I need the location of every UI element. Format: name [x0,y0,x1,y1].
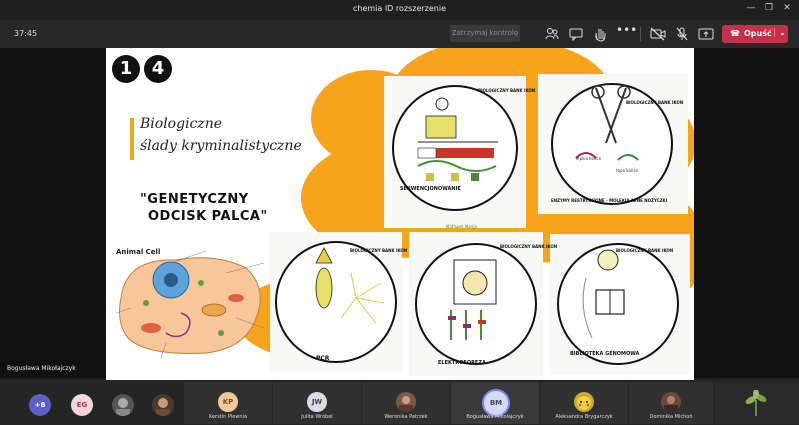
participant-initials: JW [311,398,323,406]
more-options-icon[interactable]: ••• [616,23,637,39]
plant-photo-icon [745,390,767,416]
overflow-participants-button[interactable]: +8 [29,394,51,416]
participant-avatar [574,392,594,412]
mic-off-icon[interactable] [674,26,690,42]
minimize-icon[interactable]: — [744,3,758,13]
card-electrophoresis-note: Mathaen Marija [446,224,477,229]
presenter-name: Bogusława Mikołajczyk [7,365,76,372]
raise-hand-icon[interactable] [592,26,608,42]
card-genomic-top-label: BIOLOGICZNY BANK IKON [616,248,674,253]
slide-subtitle-line2: ODCISK PALCA" [148,209,268,224]
card-sequencing [384,76,526,228]
card-restriction-enzymes [538,74,688,214]
camera-off-icon[interactable] [650,26,666,42]
card-restriction-sticky-ends: lepkie końce [576,156,602,161]
participant-avatar-photo-2[interactable] [152,394,174,416]
participant-name: Weronika Patrzek [384,414,428,420]
slide-subtitle-line1: "GENETYCZNY [140,192,249,207]
chat-icon[interactable] [568,26,584,42]
card-restriction-blunt-ends: tępe końce [616,168,639,173]
participant-tile-2[interactable]: Weronika Patrzek [362,382,450,424]
participant-tile-0[interactable]: KP Kerstin Plewnia [184,382,272,424]
participant-tile-4[interactable]: Aleksandra Brygarczyk [540,382,628,424]
participant-tile-1[interactable]: JW Julita Wróbel [273,382,361,424]
card-sequencing-label: SEKWENCJONOWANIE [400,186,461,192]
participant-name: Bogusława Mikołajczyk [466,414,524,420]
card-genomic-library-label: BIBLIOTEKA GENOMOWA [570,351,640,357]
window-title: chemia ID rozszerzenie [352,4,447,13]
toolbar-divider [640,27,641,41]
stop-control-button[interactable]: Zatrzymaj kontrolę [450,25,520,42]
maximize-icon[interactable]: ❐ [762,3,776,13]
chevron-down-icon[interactable]: ⌄ [774,28,786,37]
participant-avatar: JW [307,392,327,412]
participant-name: Julita Wróbel [301,414,333,420]
leave-label: Opuść [744,29,772,38]
share-screen-icon[interactable] [698,26,714,42]
meeting-toolbar: 37:45 Zatrzymaj kontrolę ••• ☎ Opuść ⌄ [0,20,799,48]
slide-heading-line1: Biologiczne [140,116,223,132]
participant-initials: KP [222,398,234,406]
person-photo-icon [116,398,130,416]
animal-cell-diagram [115,250,265,359]
participant-initials: BM [489,399,503,407]
participant-avatar-speaking: BM [482,389,510,417]
participant-avatar [396,392,416,412]
leave-button[interactable]: ☎ Opuść ⌄ [722,25,788,43]
participants-icon[interactable] [544,26,560,42]
animal-cell-title: Animal Cell [116,248,161,256]
heading-accent-bar [130,118,134,160]
participant-tile-3[interactable]: BM Bogusława Mikołajczyk [451,382,539,424]
participant-name: Aleksandra Brygarczyk [555,414,613,420]
card-restriction-label: ENZYMY RESTRYKCYJNE - MOLEKULARNE NOŻYCZ… [551,198,668,203]
participant-name: Dominika Michoń [649,414,693,420]
card-electrophoresis [409,232,543,376]
slide-heading-line2: ślady kryminalistyczne [140,138,302,154]
participant-name: Kerstin Plewnia [208,414,248,420]
person-photo-icon [399,396,413,412]
self-video-tile[interactable] [714,382,799,424]
card-sequencing-top-label: BIOLOGICZNY BANK IKON [478,88,536,93]
card-pcr-label: PCR [316,355,330,362]
call-timer: 37:45 [14,29,38,38]
participant-tile-5[interactable]: Dominika Michoń [629,382,713,424]
card-electrophoresis-label: ELEKTROFOREZA [438,360,486,366]
participant-avatar [661,392,681,412]
card-pcr [270,232,402,372]
hang-up-icon: ☎ [730,29,740,38]
card-pcr-top-label: BIOLOGICZNY BANK IKON [350,248,408,253]
pikachu-avatar-icon [577,396,591,410]
person-photo-icon [156,398,170,416]
card-electrophoresis-top-label: BIOLOGICZNY BANK IKON [500,244,558,249]
card-restriction-top-label: BIOLOGICZNY BANK IKON [626,100,684,105]
close-icon[interactable]: ✕ [780,3,794,13]
window-titlebar: chemia ID rozszerzenie — ❐ ✕ [0,0,799,20]
participant-avatar: KP [218,392,238,412]
participant-avatar-eg[interactable]: EG [71,394,93,416]
shared-slide: 1 4 Biologiczne ślady kryminalistyczne "… [106,48,694,380]
participant-avatar-photo-1[interactable] [112,394,134,416]
person-photo-icon [664,396,678,412]
